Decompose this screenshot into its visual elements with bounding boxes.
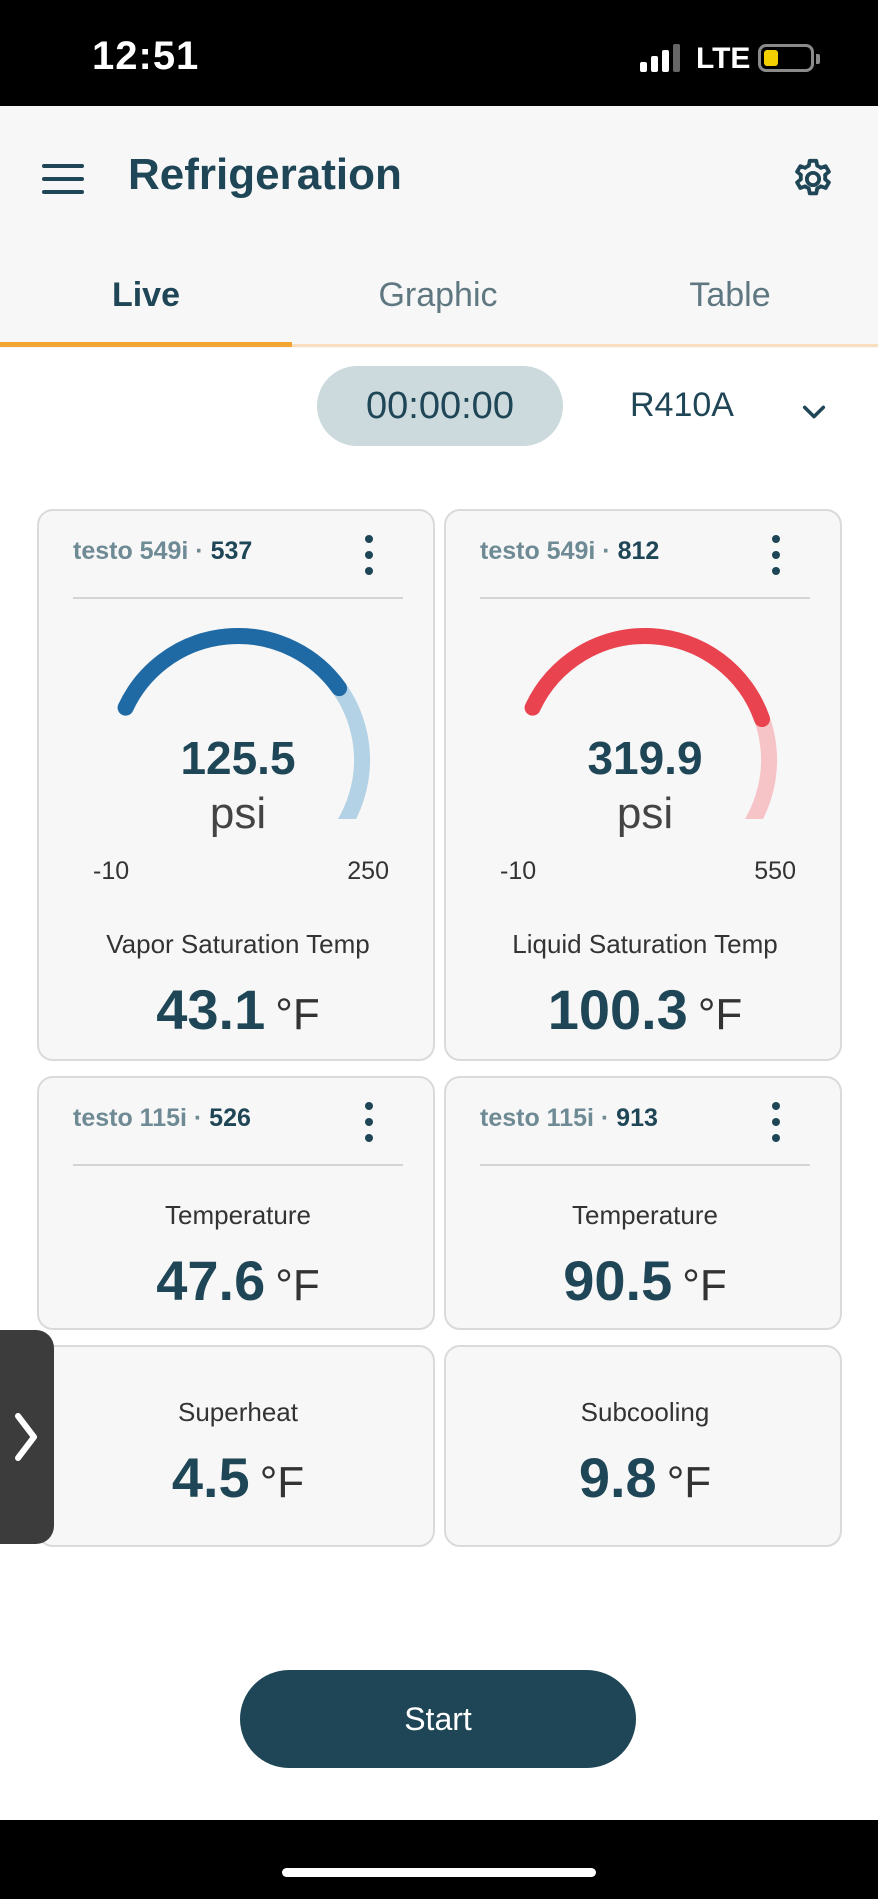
reading-unit: °F <box>682 1261 727 1310</box>
reading-row: 4.5 °F <box>39 1445 437 1510</box>
page-title: Refrigeration <box>128 150 402 199</box>
reading-row: 9.8 °F <box>446 1445 844 1510</box>
probe-model: testo 115i <box>73 1104 187 1132</box>
probe-header: testo 115i · 913 <box>480 1104 658 1132</box>
reading-row: 43.1 °F <box>39 977 437 1042</box>
pressure-card-vapor[interactable]: testo 549i · 537 125.5 psi -10 250 Vapor… <box>37 509 435 1061</box>
tab-active-indicator <box>0 342 292 347</box>
gauge-fill <box>524 628 771 728</box>
gauge-max-label: 550 <box>754 857 796 885</box>
reading-label: Subcooling <box>580 1397 710 1427</box>
probe-serial: 913 <box>616 1104 658 1132</box>
home-bar-area <box>0 1820 878 1899</box>
reading-label: Temperature <box>165 1200 311 1230</box>
divider <box>73 1164 403 1166</box>
probe-header: testo 549i · 537 <box>73 537 253 565</box>
more-options-icon[interactable] <box>772 1102 780 1142</box>
tab-live[interactable]: Live <box>0 276 292 315</box>
reading-unit: °F <box>666 1458 712 1507</box>
network-type: LTE <box>696 42 751 75</box>
cellular-signal-icon <box>640 44 682 72</box>
reading-label: Temperature <box>572 1200 718 1230</box>
reading-value: 90.5 <box>563 1249 673 1312</box>
pressure-unit: psi <box>616 789 674 838</box>
more-options-icon[interactable] <box>772 535 780 575</box>
pressure-value: 319.9 <box>587 732 703 784</box>
start-button[interactable]: Start <box>240 1670 636 1768</box>
gauge-fill <box>117 628 348 716</box>
temperature-card-913[interactable]: testo 115i · 913 Temperature 90.5 °F <box>444 1076 842 1330</box>
reading-unit: °F <box>259 1458 305 1507</box>
tab-table[interactable]: Table <box>584 276 876 315</box>
subcooling-card[interactable]: Subcooling 9.8 °F <box>444 1345 842 1547</box>
reading-row: 47.6 °F <box>39 1248 437 1313</box>
timer-display[interactable]: 00:00:00 <box>317 366 563 446</box>
reading-value: 4.5 <box>171 1446 250 1509</box>
gauge-min-label: -10 <box>93 857 130 885</box>
probe-model: testo 549i <box>480 537 596 565</box>
probe-serial: 526 <box>209 1104 251 1132</box>
reading-value: 47.6 <box>156 1249 266 1312</box>
more-options-icon[interactable] <box>365 1102 373 1142</box>
chevron-right-icon <box>15 1413 37 1461</box>
gauge-max-label: 250 <box>347 857 389 885</box>
more-options-icon[interactable] <box>365 535 373 575</box>
reading-row: 100.3 °F <box>446 977 844 1042</box>
hamburger-menu-icon[interactable] <box>42 164 84 194</box>
reading-row: 90.5 °F <box>446 1248 844 1313</box>
status-time: 12:51 <box>92 34 200 78</box>
gear-icon[interactable] <box>790 156 836 202</box>
probe-model: testo 115i <box>480 1104 594 1132</box>
reading-value: 43.1 <box>156 978 266 1041</box>
probe-serial: 537 <box>210 537 253 565</box>
home-indicator[interactable] <box>282 1868 596 1877</box>
temperature-card-526[interactable]: testo 115i · 526 Temperature 47.6 °F <box>37 1076 435 1330</box>
pressure-unit: psi <box>209 789 267 838</box>
refrigerant-select[interactable]: R410A <box>630 386 734 425</box>
divider <box>73 597 403 599</box>
probe-serial: 812 <box>617 537 660 565</box>
divider <box>480 1164 810 1166</box>
battery-low-icon <box>758 44 820 72</box>
side-drawer-handle[interactable] <box>0 1330 54 1544</box>
status-bar: 12:51 LTE <box>0 0 878 106</box>
reading-label: Vapor Saturation Temp <box>106 929 370 959</box>
reading-value: 100.3 <box>547 978 688 1041</box>
pressure-value: 125.5 <box>180 732 296 784</box>
reading-unit: °F <box>275 1261 320 1310</box>
divider <box>480 597 810 599</box>
chevron-down-icon[interactable] <box>800 398 828 426</box>
pressure-card-liquid[interactable]: testo 549i · 812 319.9 psi -10 550 Liqui… <box>444 509 842 1061</box>
reading-value: 9.8 <box>578 1446 657 1509</box>
reading-unit: °F <box>697 990 743 1039</box>
superheat-card[interactable]: Superheat 4.5 °F <box>37 1345 435 1547</box>
probe-header: testo 549i · 812 <box>480 537 660 565</box>
reading-label: Superheat <box>178 1397 298 1427</box>
gauge-min-label: -10 <box>500 857 537 885</box>
reading-unit: °F <box>275 990 320 1039</box>
probe-model: testo 549i <box>73 537 189 565</box>
reading-label: Liquid Saturation Temp <box>512 929 778 959</box>
tab-graphic[interactable]: Graphic <box>292 276 584 315</box>
probe-header: testo 115i · 526 <box>73 1104 251 1132</box>
